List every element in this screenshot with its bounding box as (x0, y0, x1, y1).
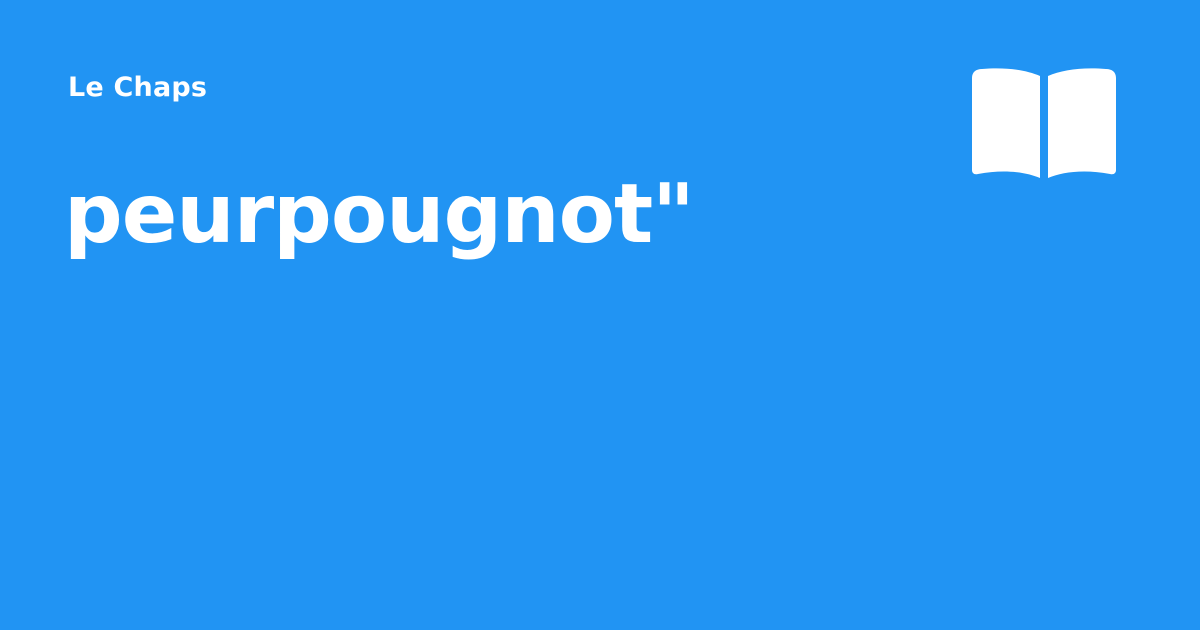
open-book-icon (970, 66, 1118, 180)
social-share-card: Le Chaps peurpougnot" (0, 0, 1200, 630)
site-name: Le Chaps (68, 72, 208, 103)
entry-title: peurpougnot" (64, 167, 695, 262)
